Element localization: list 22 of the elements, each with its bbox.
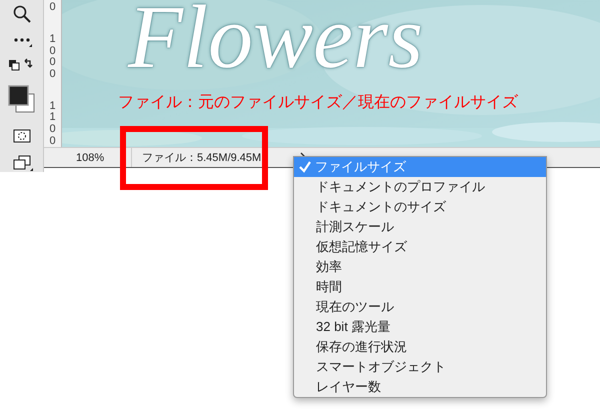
annotation-text: ファイル：元のファイルサイズ／現在のファイルサイズ [118,93,518,113]
menu-item[interactable]: 32 bit 露光量 [294,317,546,337]
canvas-title: Flowers [128,0,424,87]
menu-item[interactable]: ドキュメントのプロファイル [294,177,546,197]
menu-item[interactable]: 計測スケール [294,217,546,237]
quick-mask-icon[interactable] [12,128,32,144]
menu-item[interactable]: 現在のツール [294,297,546,317]
ruler-label: 0 [48,2,57,14]
menu-item[interactable]: 時間 [294,277,546,297]
ruler-label: 1100 [48,100,57,148]
menu-item[interactable]: レイヤー数 [294,377,546,397]
zoom-icon[interactable] [12,4,32,24]
menu-item[interactable]: ドキュメントのサイズ [294,197,546,217]
menu-item[interactable]: スマートオブジェクト [294,357,546,377]
zoom-level[interactable]: 108% [62,148,132,167]
menu-item[interactable]: 効率 [294,257,546,277]
ruler-label: 1000 [48,34,57,80]
menu-item[interactable]: 保存の進行状況 [294,337,546,357]
screen-mode-icon[interactable] [10,154,32,172]
check-icon [298,160,312,174]
document-info: ファイル：5.45M/9.45M [141,151,262,166]
menu-item[interactable]: 仮想記憶サイズ [294,237,546,257]
